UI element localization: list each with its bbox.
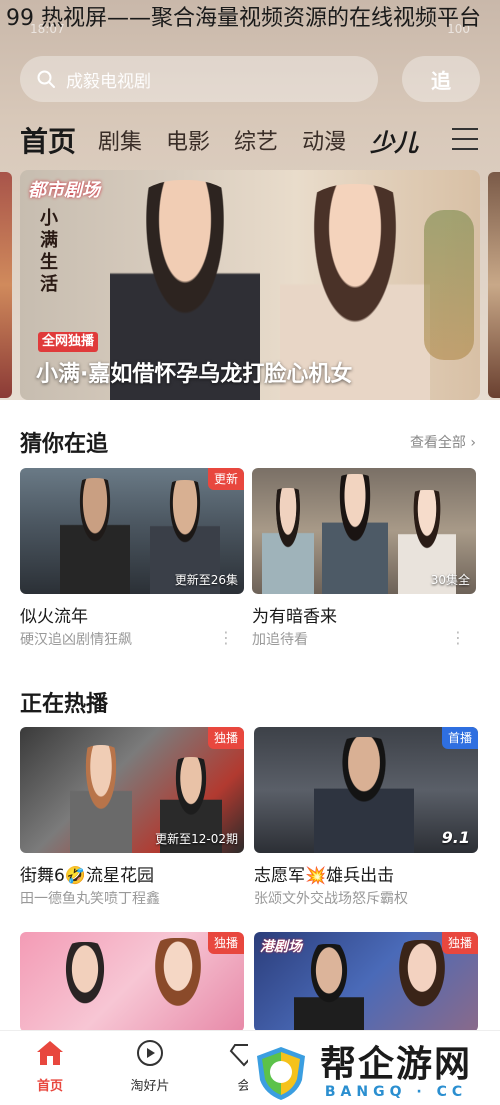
banner-decoration <box>424 210 474 360</box>
episode-count: 更新至12-02期 <box>155 832 238 846</box>
banner-prev-peek[interactable] <box>0 172 12 398</box>
search-input[interactable]: 成毅电视剧 <box>20 56 378 102</box>
follow-history-button[interactable]: 追 <box>402 56 480 102</box>
tab-kids[interactable]: 少儿 <box>370 123 418 158</box>
card-title: 街舞6🤣流星花园 <box>20 866 154 886</box>
tab-variety[interactable]: 综艺 <box>234 124 278 156</box>
tab-anime[interactable]: 动漫 <box>302 124 346 156</box>
exclusive-badge: 独播 <box>207 932 244 954</box>
search-placeholder: 成毅电视剧 <box>66 71 151 92</box>
hot-card[interactable]: 独播 更新至12-02期 街舞6🤣流星花园 田一德鱼丸笑喷丁程鑫 <box>20 727 244 908</box>
bottom-nav-discover[interactable]: 淘好片 <box>110 1039 190 1094</box>
banner-show-logo: 小满生活 <box>40 208 58 295</box>
tab-movies[interactable]: 电影 <box>166 124 210 156</box>
more-options-icon[interactable]: ⋮ <box>218 628 234 647</box>
card-subtitle: 加追待看 <box>252 632 308 648</box>
follow-history-label: 追 <box>431 68 451 93</box>
more-options-icon[interactable]: ⋮ <box>450 628 466 647</box>
section-title-follow: 猜你在追 <box>20 432 109 457</box>
site-watermark: 帮企游网 BANGQ · CC <box>248 1040 500 1105</box>
banner-title: 小满·嘉如借怀孕乌龙打脸心机女 <box>36 362 353 387</box>
watermark-domain: BANGQ · CC <box>324 1083 468 1100</box>
episode-count: 更新至26集 <box>174 573 238 587</box>
menu-icon[interactable] <box>452 128 478 152</box>
card-title: 似火流年 <box>20 607 88 627</box>
chevron-right-icon: › <box>470 435 476 451</box>
hot-card[interactable]: 港剧场 独播 <box>254 932 478 1032</box>
home-icon <box>37 1041 63 1065</box>
exclusive-badge: 独播 <box>207 727 244 749</box>
card-thumbnail: 独播 <box>20 932 244 1032</box>
search-row: 成毅电视剧 追 <box>20 56 480 102</box>
bottom-nav-label: 首页 <box>36 1079 63 1094</box>
hero-banner[interactable]: 都市剧场 小满生活 全网独播 小满·嘉如借怀孕乌龙打脸心机女 <box>20 170 480 400</box>
card-subtitle: 张颂文外交战场怒斥霸权 <box>254 891 408 907</box>
card-title: 为有暗香来 <box>252 607 337 627</box>
premiere-badge: 首播 <box>441 727 478 749</box>
watermark-title: 帮企游网 <box>320 1043 473 1085</box>
view-all-label: 查看全部 <box>409 435 466 451</box>
card-thumbnail: 港剧场 独播 <box>254 932 478 1032</box>
card-thumbnail: 独播 更新至12-02期 <box>20 727 244 853</box>
card-subtitle: 田一德鱼丸笑喷丁程鑫 <box>20 891 160 907</box>
hot-card[interactable]: 首播 9.1 志愿军💥雄兵出击 张颂文外交战场怒斥霸权 <box>254 727 478 908</box>
channel-logo: 港剧场 <box>260 939 302 955</box>
hot-card[interactable]: 独播 <box>20 932 244 1032</box>
follow-card[interactable]: 更新 更新至26集 似火流年 硬汉追凶剧情狂飙 ⋮ <box>20 468 244 649</box>
section-title-hot: 正在热播 <box>20 692 109 717</box>
card-subtitle: 硬汉追凶剧情狂飙 <box>20 632 132 648</box>
bottom-nav-label: 淘好片 <box>130 1079 170 1094</box>
channel-tabs: 首页 剧集 电影 综艺 动漫 少儿 <box>20 118 490 162</box>
watermark-shield-logo <box>252 1044 310 1102</box>
follow-card[interactable]: 30集全 为有暗香来 加追待看 ⋮ <box>252 468 476 649</box>
rating-score: 9.1 <box>441 828 470 847</box>
episode-count: 30集全 <box>430 573 470 587</box>
tab-home[interactable]: 首页 <box>20 120 76 160</box>
card-thumbnail: 30集全 <box>252 468 476 594</box>
search-icon <box>37 70 55 88</box>
view-all-link[interactable]: 查看全部 › <box>410 432 476 452</box>
card-title: 志愿军💥雄兵出击 <box>254 866 395 886</box>
update-badge: 更新 <box>207 468 244 490</box>
card-thumbnail: 首播 9.1 <box>254 727 478 853</box>
article-title: 99 热视屏——聚合海量视频资源的在线视频平台 <box>6 6 481 31</box>
play-circle-icon <box>137 1040 163 1066</box>
banner-brand-logo: 都市剧场 <box>28 180 100 201</box>
tab-series[interactable]: 剧集 <box>98 124 142 156</box>
card-thumbnail: 更新 更新至26集 <box>20 468 244 594</box>
exclusive-badge: 独播 <box>441 932 478 954</box>
bottom-nav-home[interactable]: 首页 <box>10 1039 90 1094</box>
banner-next-peek[interactable] <box>488 172 500 398</box>
banner-badge: 全网独播 <box>38 332 99 352</box>
